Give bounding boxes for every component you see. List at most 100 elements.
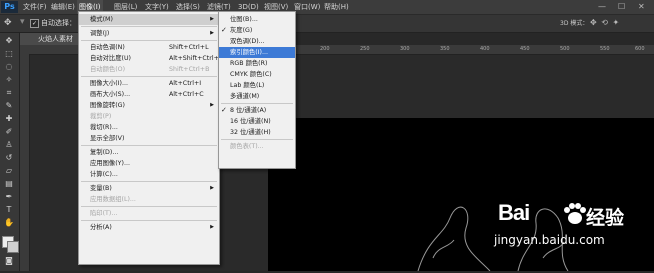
mode_menu-item[interactable]: 索引颜色(I)... (219, 47, 295, 58)
mode_menu-item[interactable]: CMYK 颜色(C) (219, 69, 295, 80)
healing-brush-tool-icon[interactable]: ✚ (3, 113, 15, 124)
image_menu-item-label: 调整(J) (90, 30, 110, 37)
submenu-arrow-icon: ▶ (210, 224, 214, 230)
menu-edit[interactable]: 编辑(E) (49, 0, 77, 14)
mode_menu-item[interactable]: ✓ 灰度(G) (219, 25, 295, 36)
menu-separator (81, 76, 217, 77)
paw-icon (564, 203, 586, 224)
image_menu-item-label: 裁切(R)... (90, 124, 118, 131)
image_menu-item[interactable]: 模式(M) ▶ (79, 14, 219, 25)
image_menu-item-label: 复制(D)... (90, 149, 119, 156)
mode_menu-item[interactable]: 位图(B)... (219, 14, 295, 25)
image_menu-item-shortcut: Alt+Shift+Ctrl+L (169, 55, 223, 62)
quick-mask-icon[interactable]: ◙ (3, 255, 15, 266)
watermark-brand: Bai (498, 200, 530, 225)
image_menu-item[interactable]: 裁切(R)... (79, 122, 219, 133)
image_menu-item-label: 应用图像(Y)... (90, 160, 130, 167)
ruler-mark: 450 (520, 46, 530, 52)
menu-separator (81, 26, 217, 27)
image_menu-item-label: 模式(M) (90, 16, 113, 23)
ruler-mark: 500 (560, 46, 570, 52)
image_menu-item[interactable]: 自动色调(N) Shift+Ctrl+L (79, 42, 219, 53)
image_menu-item-label: 画布大小(S)... (90, 91, 131, 98)
move-tool-icon[interactable]: ✥ (3, 35, 15, 46)
image_menu-item-label: 裁剪(P) (90, 113, 112, 120)
mode_menu-item: 颜色表(T)... (219, 141, 295, 152)
image_menu-item-label: 变量(B) (90, 185, 112, 192)
background-color-swatch[interactable] (7, 241, 19, 253)
image_menu-item-label: 陷印(T)... (90, 210, 118, 217)
image_menu-item[interactable]: 应用图像(Y)... (79, 158, 219, 169)
mode_menu-item[interactable]: 多通道(M) (219, 91, 295, 102)
image_menu-item[interactable]: 变量(B) ▶ (79, 183, 219, 194)
image_menu-item[interactable]: 自动对比度(U) Alt+Shift+Ctrl+L (79, 53, 223, 64)
menu-separator (81, 206, 217, 207)
submenu-arrow-icon: ▶ (210, 185, 214, 191)
checkmark-icon: ✓ (221, 26, 227, 34)
image_menu-item[interactable]: 调整(J) ▶ (79, 28, 219, 39)
image_menu-item[interactable]: 显示全部(V) (79, 133, 219, 144)
document-tab-title: 火焰人素材 (38, 35, 73, 43)
mode_menu-item[interactable]: Lab 颜色(L) (219, 80, 295, 91)
ruler-mark: 350 (440, 46, 450, 52)
image_menu-item: 应用数据组(L)... (79, 194, 219, 205)
toolbox: ✥ ⬚ ◌ ✧ ⌗ ✎ ✚ ✐ ♙ ↺ ▱ ▤ ✒ T ✋ ◙ (0, 33, 20, 271)
menu-file[interactable]: 文件(F) (21, 0, 49, 14)
mode-submenu: 位图(B)... ✓ 灰度(G) 双色调(D)... 索引颜色(I)... RGB 颜色(… (218, 11, 296, 169)
image_menu-item: 裁剪(P) (79, 111, 219, 122)
lasso-tool-icon[interactable]: ◌ (3, 61, 15, 72)
baidu-jingyan-watermark: Bai 经验 jingyan.baidu.com (494, 200, 648, 260)
gradient-tool-icon[interactable]: ▤ (3, 178, 15, 189)
image_menu-item-shortcut: Shift+Ctrl+L (169, 44, 209, 51)
mode_menu-item[interactable]: RGB 颜色(R) (219, 58, 295, 69)
type-tool-icon[interactable]: T (3, 204, 15, 215)
3d-mode-label: 3D 模式： (560, 20, 589, 27)
hand-tool-icon[interactable]: ✋ (3, 217, 15, 228)
clone-stamp-tool-icon[interactable]: ♙ (3, 139, 15, 150)
image_menu-item-label: 图像旋转(G) (90, 102, 125, 109)
eraser-tool-icon[interactable]: ▱ (3, 165, 15, 176)
brush-tool-icon[interactable]: ✐ (3, 126, 15, 137)
submenu-arrow-icon: ▶ (210, 16, 214, 22)
history-brush-tool-icon[interactable]: ↺ (3, 152, 15, 163)
mode_menu-item[interactable]: 双色调(D)... (219, 36, 295, 47)
tool-preset-chevron-icon[interactable]: ▾ (20, 17, 25, 27)
ruler-mark: 200 (320, 46, 330, 52)
menu-window[interactable]: 窗口(W) (292, 0, 322, 14)
image_menu-item[interactable]: 复制(D)... (79, 147, 219, 158)
ruler-mark: 400 (480, 46, 490, 52)
close-icon[interactable]: ✕ (638, 0, 645, 14)
image_menu-item[interactable]: 图像大小(I)... Alt+Ctrl+I (79, 78, 219, 89)
image_menu-item[interactable]: 图像旋转(G) ▶ (79, 100, 219, 111)
marquee-tool-icon[interactable]: ⬚ (3, 48, 15, 59)
mode_menu-item[interactable]: 16 位/通道(N) (219, 116, 295, 127)
photoshop-logo: Ps (1, 1, 18, 13)
move-tool-icon[interactable]: ✥ (4, 18, 16, 29)
image_menu-item-label: 显示全部(V) (90, 135, 125, 142)
image_menu-item[interactable]: 计算(C)... (79, 169, 219, 180)
vertical-ruler (20, 54, 30, 271)
pen-tool-icon[interactable]: ✒ (3, 191, 15, 202)
image_menu-item: 自动颜色(O) Shift+Ctrl+B (79, 64, 219, 75)
checkmark-icon: ✓ (221, 106, 227, 114)
menu-help[interactable]: 帮助(H) (322, 0, 351, 14)
3d-mode-icons[interactable]: ✥ ⟲ ✦ (590, 18, 640, 29)
auto-select-checkbox[interactable]: ✓ (30, 19, 39, 28)
ruler-mark: 250 (360, 46, 370, 52)
eyedropper-tool-icon[interactable]: ✎ (3, 100, 15, 111)
mode_menu-item[interactable]: 32 位/通道(H) (219, 127, 295, 138)
mode_menu-item-label: 8 位/通道(A) (230, 107, 267, 114)
maximize-icon[interactable]: ☐ (618, 0, 625, 14)
auto-select-label: 自动选择： (41, 19, 76, 27)
mode_menu-item[interactable]: ✓ 8 位/通道(A) (219, 105, 295, 116)
mode_menu-item-label: 多通道(M) (230, 93, 260, 100)
ruler-mark: 550 (600, 46, 610, 52)
watermark-brand-cn: 经验 (586, 207, 625, 229)
image_menu-item[interactable]: 画布大小(S)... Alt+Ctrl+C (79, 89, 219, 100)
magic-wand-tool-icon[interactable]: ✧ (3, 74, 15, 85)
minimize-icon[interactable]: — (598, 0, 606, 14)
submenu-arrow-icon: ▶ (210, 102, 214, 108)
image_menu-item[interactable]: 分析(A) ▶ (79, 222, 219, 233)
crop-tool-icon[interactable]: ⌗ (3, 87, 15, 98)
image_menu-item-label: 自动色调(N) (90, 44, 125, 51)
